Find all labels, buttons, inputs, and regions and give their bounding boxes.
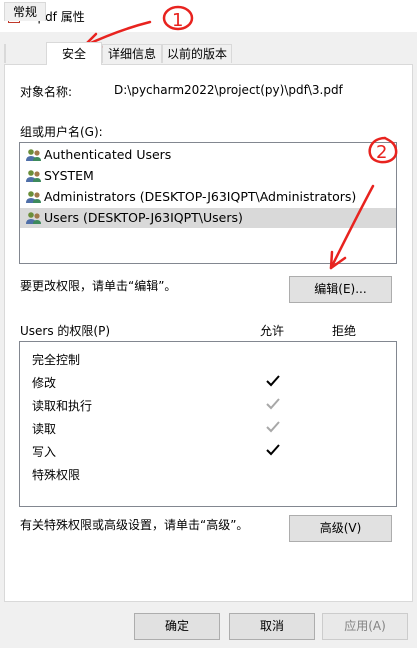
annotation-number-2: 2 (376, 142, 387, 163)
tab-security[interactable]: 安全 (46, 42, 102, 65)
annotation-arrow-2 (329, 184, 375, 270)
annotation-overlay: 1 2 (82, 5, 398, 270)
annotation-number-1: 1 (172, 10, 183, 31)
